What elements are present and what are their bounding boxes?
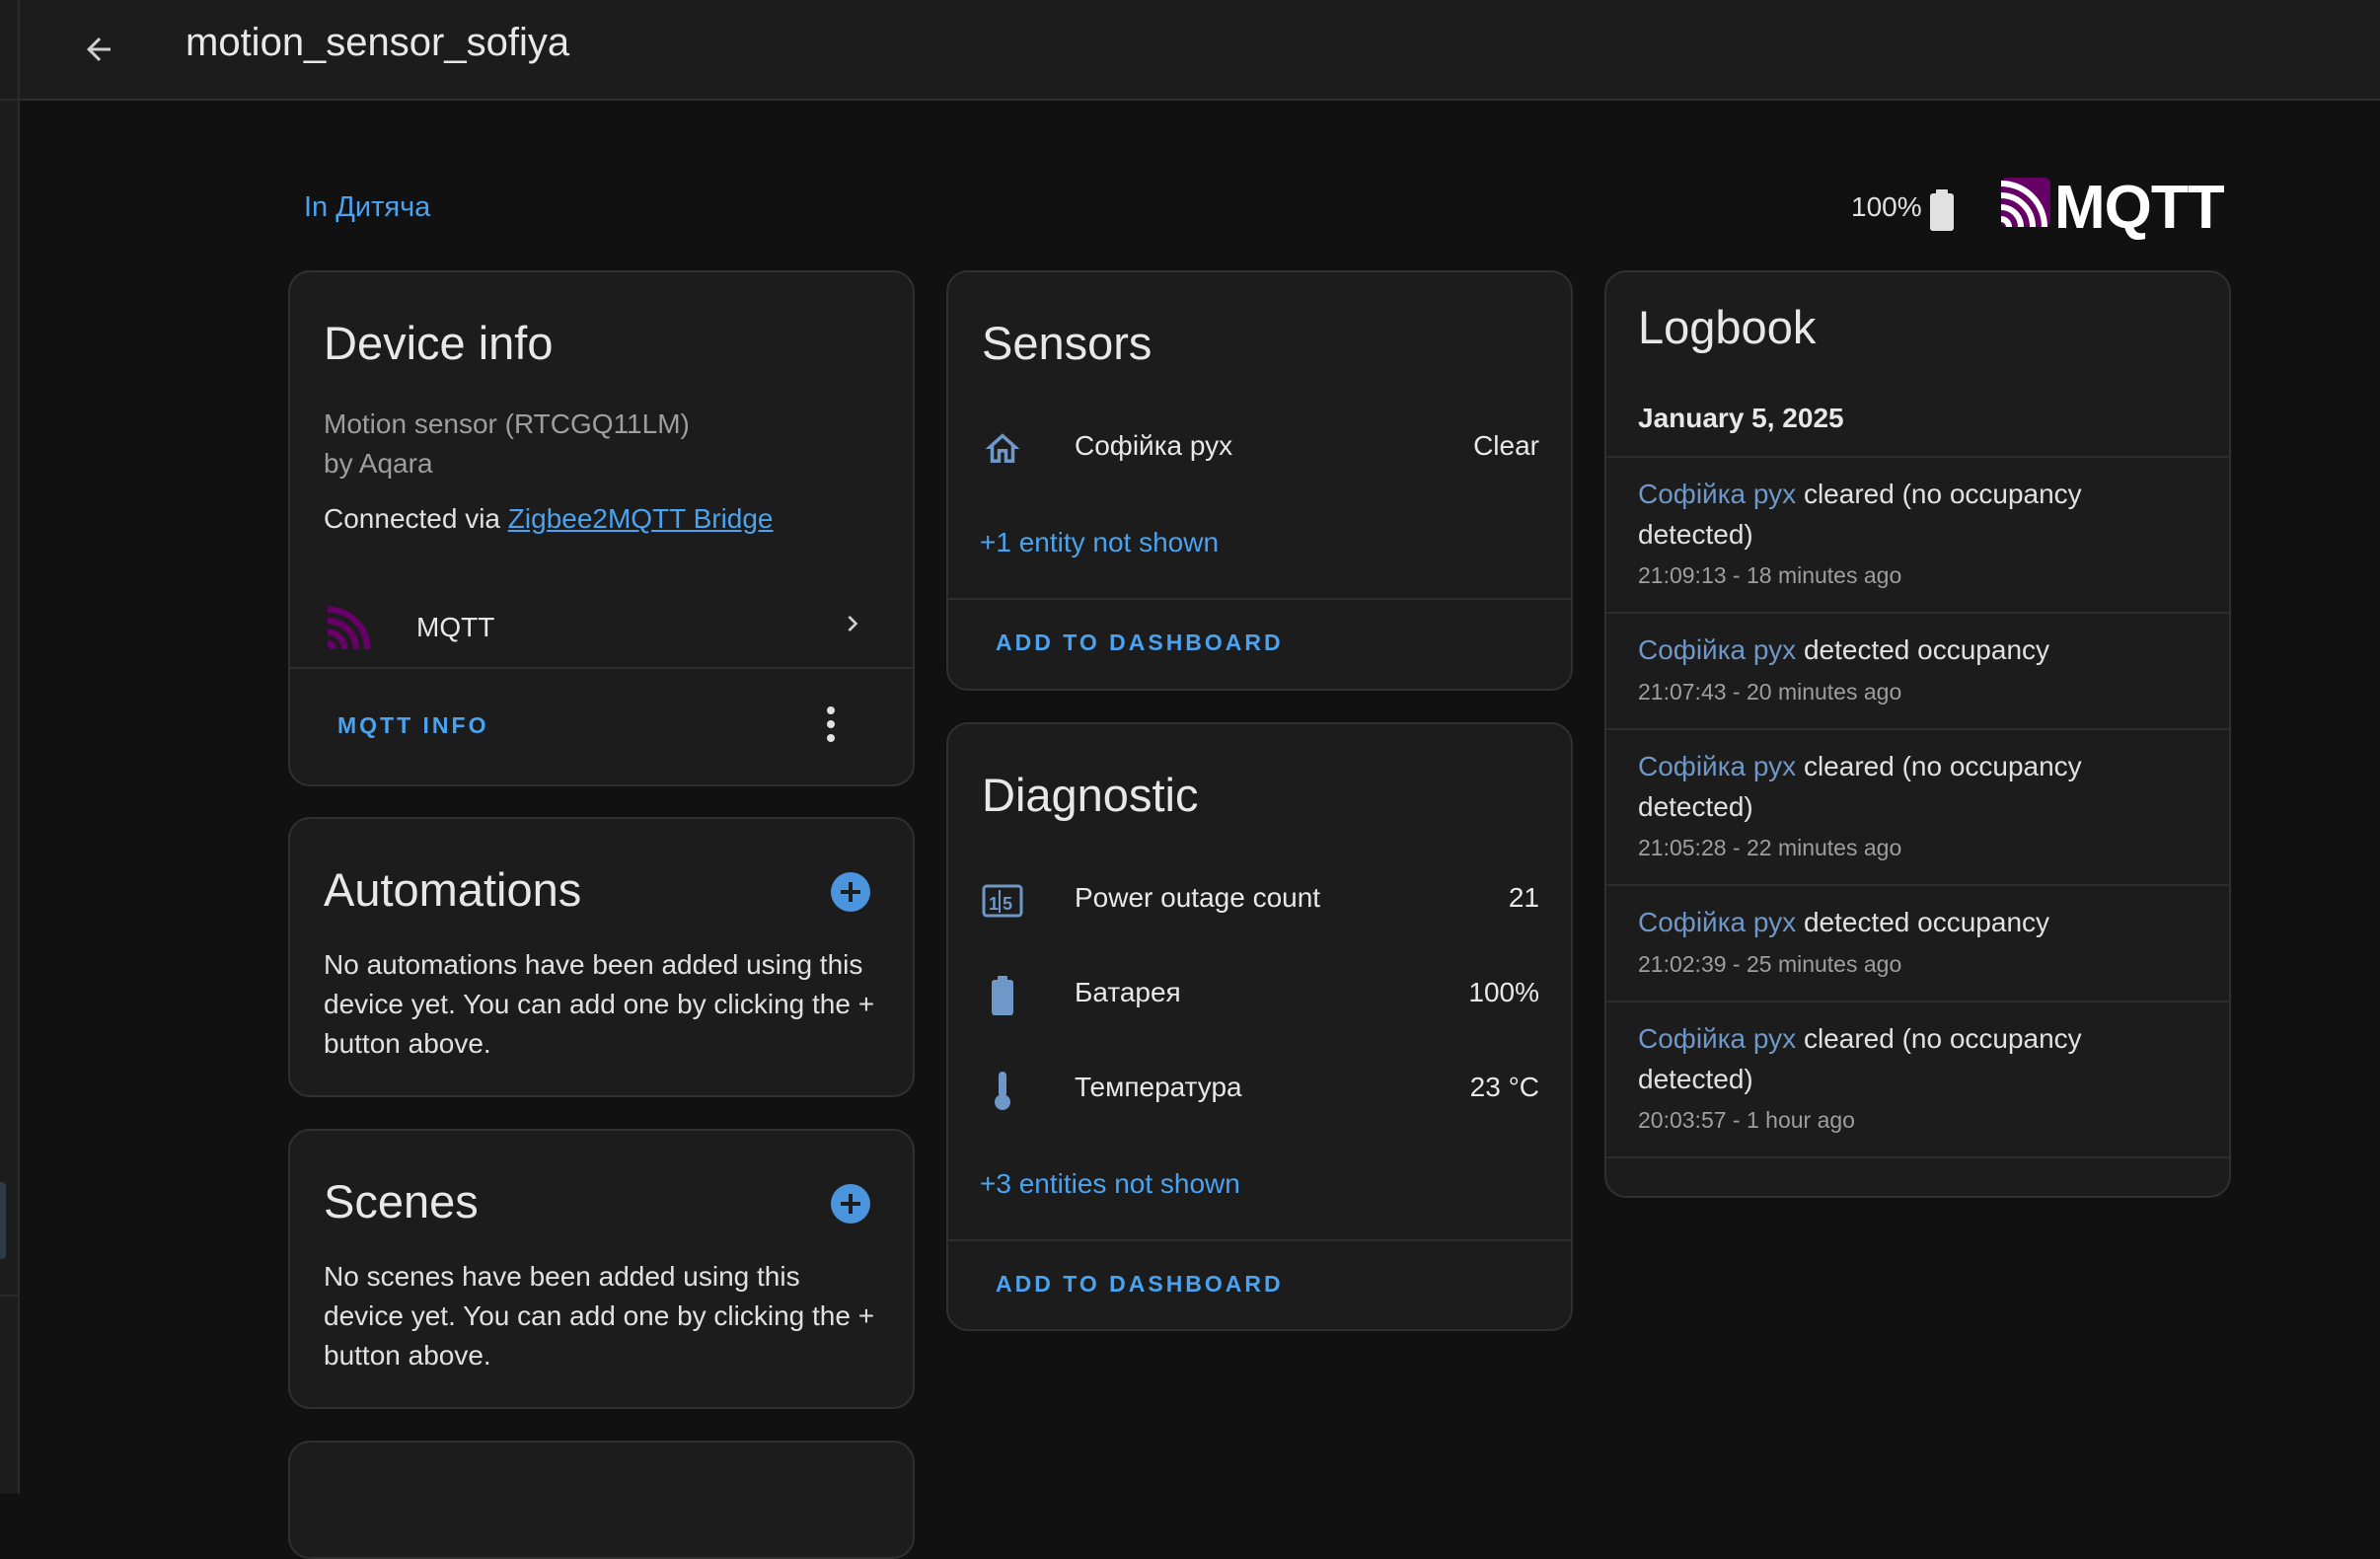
logbook-entry: Софійка рух detected occupancy 21:02:39 … bbox=[1606, 886, 2229, 1002]
bridge-link[interactable]: Zigbee2MQTT Bridge bbox=[508, 503, 774, 534]
integration-name: MQTT bbox=[416, 612, 495, 642]
entity-state: 100% bbox=[1468, 977, 1539, 1007]
logbook-message: Софійка рух cleared (no occupancy detect… bbox=[1638, 1018, 2190, 1099]
connected-via-label: Connected via bbox=[324, 503, 508, 534]
logbook-message-text: detected occupancy bbox=[1796, 907, 2050, 937]
logbook-entry: Софійка рух cleared (no occupancy detect… bbox=[1606, 730, 2229, 886]
entity-name: Температура bbox=[1075, 1072, 1242, 1102]
logbook-time: 20:03:57 - 1 hour ago bbox=[1638, 1107, 1855, 1133]
overflow-menu-button[interactable] bbox=[811, 697, 851, 752]
entity-row[interactable]: Софійка рух Clear bbox=[948, 408, 1571, 487]
logbook-message: Софійка рух detected occupancy bbox=[1638, 630, 2190, 670]
scenes-card: Scenes No scenes have been added using t… bbox=[288, 1129, 915, 1409]
entity-row[interactable]: Батарея 100% bbox=[948, 955, 1571, 1034]
diagnostic-title: Diagnostic bbox=[982, 769, 1199, 821]
sidebar-divider bbox=[0, 99, 18, 101]
entity-row[interactable]: 1 5 Power outage count 21 bbox=[948, 860, 1571, 939]
logbook-title: Logbook bbox=[1638, 301, 1817, 353]
scripts-card bbox=[288, 1441, 915, 1559]
logbook-entity-link[interactable]: Софійка рух bbox=[1638, 751, 1796, 781]
logbook-entity-link[interactable]: Софійка рух bbox=[1638, 1023, 1796, 1054]
battery-icon bbox=[992, 976, 1013, 1015]
chevron-right-icon bbox=[848, 616, 858, 631]
counter-icon: 1 5 bbox=[982, 884, 1023, 918]
entity-state: 21 bbox=[1508, 882, 1539, 913]
diagnostic-card: Diagnostic 1 5 Power outage count 21 Бат… bbox=[946, 722, 1573, 1331]
add-automation-button[interactable] bbox=[831, 872, 870, 912]
logbook-time: 21:02:39 - 25 minutes ago bbox=[1638, 951, 1902, 977]
entity-name: Батарея bbox=[1075, 977, 1181, 1007]
logbook-card: Logbook January 5, 2025 Софійка рух clea… bbox=[1604, 270, 2231, 1198]
entity-state: Clear bbox=[1473, 430, 1539, 461]
home-icon bbox=[985, 433, 1020, 463]
device-info-card: Device info Motion sensor (RTCGQ11LM) by… bbox=[288, 270, 915, 786]
device-manufacturer: by Aqara bbox=[324, 448, 433, 479]
automations-empty-text: No automations have been added using thi… bbox=[324, 949, 875, 1059]
entity-row[interactable]: Температура 23 °C bbox=[948, 1050, 1571, 1129]
connected-via: Connected via Zigbee2MQTT Bridge bbox=[324, 503, 774, 535]
automations-card: Automations No automations have been add… bbox=[288, 817, 915, 1097]
page-title: motion_sensor_sofiya bbox=[186, 21, 570, 64]
logbook-entry: Софійка рух cleared (no occupancy detect… bbox=[1606, 1002, 2229, 1158]
back-button[interactable] bbox=[67, 18, 130, 81]
sidebar-indicator bbox=[0, 1182, 6, 1259]
mqtt-logo-icon bbox=[2000, 178, 2050, 228]
sensors-title: Sensors bbox=[982, 317, 1153, 369]
logbook-entity-link[interactable]: Софійка рух bbox=[1638, 479, 1796, 509]
logbook-message-text: detected occupancy bbox=[1796, 634, 2050, 665]
device-model: Motion sensor (RTCGQ11LM) bbox=[324, 408, 690, 439]
logbook-message: Софійка рух detected occupancy bbox=[1638, 902, 2190, 942]
card-divider bbox=[948, 1239, 1571, 1241]
logbook-message: Софійка рух cleared (no occupancy detect… bbox=[1638, 746, 2190, 827]
mqtt-icon bbox=[328, 606, 371, 649]
logbook-date: January 5, 2025 bbox=[1638, 403, 1844, 433]
scenes-title: Scenes bbox=[324, 1175, 479, 1227]
logbook-time: 21:05:28 - 22 minutes ago bbox=[1638, 835, 1902, 860]
logbook-entry: Софійка рух cleared (no occupancy detect… bbox=[1606, 458, 2229, 614]
logbook-time: 21:09:13 - 18 minutes ago bbox=[1638, 562, 1902, 588]
logbook-message: Софійка рух cleared (no occupancy detect… bbox=[1638, 474, 2190, 555]
mqtt-logo-text: MQTT bbox=[2054, 174, 2225, 242]
sidebar-strip bbox=[0, 0, 20, 1494]
svg-text:5: 5 bbox=[1003, 894, 1012, 914]
battery-full-icon bbox=[1930, 189, 1954, 231]
sensors-card: Sensors Софійка рух Clear +1 entity not … bbox=[946, 270, 1573, 691]
area-link[interactable]: In Дитяча bbox=[304, 191, 430, 224]
scenes-empty-text: No scenes have been added using this dev… bbox=[324, 1261, 875, 1371]
show-more-entities-link[interactable]: +1 entity not shown bbox=[980, 527, 1219, 558]
logbook-entity-link[interactable]: Софійка рух bbox=[1638, 634, 1796, 665]
add-to-dashboard-button[interactable]: ADD TO DASHBOARD bbox=[996, 630, 1284, 656]
logbook-entity-link[interactable]: Софійка рух bbox=[1638, 907, 1796, 937]
integration-row[interactable]: MQTT bbox=[290, 580, 913, 669]
dots-vertical-icon bbox=[827, 706, 835, 742]
thermometer-icon bbox=[995, 1072, 1010, 1110]
sidebar-divider bbox=[0, 1295, 18, 1297]
mqtt-logo: MQTT bbox=[2000, 176, 2225, 241]
arrow-left-icon bbox=[87, 37, 111, 61]
mqtt-info-button[interactable]: MQTT INFO bbox=[337, 712, 488, 739]
automations-title: Automations bbox=[324, 863, 582, 916]
logbook-entry: Софійка рух detected occupancy 21:07:43 … bbox=[1606, 614, 2229, 730]
entity-name: Power outage count bbox=[1075, 882, 1321, 913]
battery-level: 100% bbox=[1851, 191, 1922, 222]
card-divider bbox=[290, 667, 913, 669]
show-more-entities-link[interactable]: +3 entities not shown bbox=[980, 1168, 1240, 1200]
svg-text:1: 1 bbox=[989, 894, 999, 914]
add-scene-button[interactable] bbox=[831, 1184, 870, 1224]
entity-state: 23 °C bbox=[1469, 1072, 1539, 1102]
add-to-dashboard-button[interactable]: ADD TO DASHBOARD bbox=[996, 1271, 1284, 1298]
entity-name: Софійка рух bbox=[1075, 430, 1233, 461]
logbook-time: 21:07:43 - 20 minutes ago bbox=[1638, 679, 1902, 705]
device-info-title: Device info bbox=[324, 317, 554, 369]
card-divider bbox=[948, 598, 1571, 600]
top-app-bar: motion_sensor_sofiya bbox=[20, 0, 2380, 101]
